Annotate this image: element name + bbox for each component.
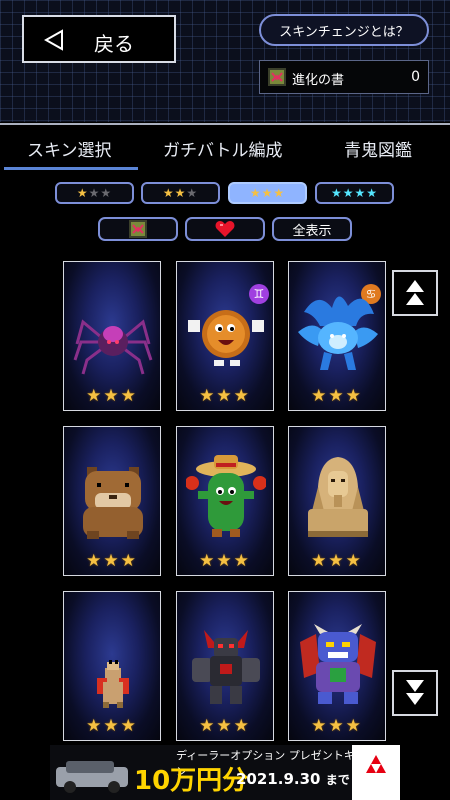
card-stars: ★★★ [199, 551, 251, 571]
filter-1-grey-stars: ★★ [88, 186, 113, 200]
card-stars: ★★★ [311, 551, 363, 571]
skin-card-cactus[interactable]: ★★★ [176, 426, 274, 576]
coin-skin-art [188, 310, 264, 366]
filter-1-gold-stars: ★ [76, 186, 89, 200]
ad-date: 2021.9.30 [236, 770, 321, 788]
skin-card-sphinx[interactable]: ★★★ [288, 426, 386, 576]
filter-show-all[interactable]: 全表示 [272, 217, 352, 241]
filter-evolution-book[interactable] [98, 217, 178, 241]
card-stars: ★★★ [86, 551, 138, 571]
header: 戻る スキンチェンジとは？ 進化の書 0 [0, 0, 450, 122]
filter-1-star[interactable]: ★ ★★ [55, 182, 134, 204]
skin-card-robot[interactable]: ★★★ [176, 591, 274, 741]
active-tab-indicator [4, 167, 138, 170]
card-stars: ★★★ [311, 386, 363, 406]
card-stars: ★★★ [199, 386, 251, 406]
ad-money-text: 10万円分 [134, 766, 249, 796]
tab-gachi-battle[interactable]: ガチバトル編成 [163, 136, 283, 161]
filter-3-star[interactable]: ★★★ [228, 182, 307, 204]
ad-date-text: 2021.9.30 まで [236, 770, 350, 788]
ad-banner[interactable]: ディーラーオプション プレゼントキャンペーン 10万円分 2021.9.30 ま… [50, 745, 400, 800]
car-image [56, 761, 128, 793]
filter-favorite[interactable] [185, 217, 265, 241]
scroll-to-bottom-button[interactable] [392, 670, 438, 716]
heart-icon [215, 221, 235, 237]
card-stars: ★★★ [86, 386, 138, 406]
filter-4-star[interactable]: ★★★★ [315, 182, 394, 204]
skin-card-blue-beast[interactable]: ♋ ★★★ [288, 261, 386, 411]
card-stars: ★★★ [86, 716, 138, 736]
header-divider [0, 123, 450, 125]
filter-2-star[interactable]: ★★ ★ [141, 182, 220, 204]
filter-3-gold-stars: ★★★ [249, 186, 286, 200]
spider-skin-art [73, 319, 153, 375]
show-all-label: 全表示 [292, 223, 332, 239]
back-button[interactable]: 戻る [22, 15, 176, 63]
double-down-arrow-icon [406, 680, 424, 705]
tab-aooni-encyclopedia[interactable]: 青鬼図鑑 [344, 136, 412, 161]
ad-date-suffix: まで [325, 773, 350, 787]
card-stars: ★★★ [311, 716, 363, 736]
evolution-book-count: 0 [411, 69, 420, 85]
filter-4-stars: ★★★★ [330, 186, 379, 200]
skin-change-info-label: スキンチェンジとは？ [279, 24, 409, 40]
skin-card-spider[interactable]: ★★★ [63, 261, 161, 411]
back-arrow-icon [44, 29, 63, 51]
skin-card-alpaca[interactable]: ★★★ [63, 591, 161, 741]
skin-card-capybara[interactable]: ★★★ [63, 426, 161, 576]
demon-skin-art [300, 624, 376, 704]
alpaca-skin-art [97, 660, 129, 708]
robot-skin-art [192, 630, 260, 704]
blue-beast-skin-art [298, 296, 378, 370]
evolution-book-icon [268, 68, 286, 86]
capybara-skin-art [83, 467, 143, 539]
filter-2-gold-stars: ★★ [162, 186, 187, 200]
cactus-skin-art [186, 455, 266, 537]
skin-card-coin[interactable]: ♊ ★★★ [176, 261, 274, 411]
evolution-book-icon [129, 220, 147, 238]
filter-2-grey-stars: ★ [186, 186, 199, 200]
mitsubishi-logo-icon [352, 745, 400, 800]
skin-card-demon[interactable]: ★★★ [288, 591, 386, 741]
scroll-to-top-button[interactable] [392, 270, 438, 316]
tab-skin-select[interactable]: スキン選択 [27, 136, 112, 161]
sphinx-skin-art [308, 457, 368, 537]
card-stars: ★★★ [199, 716, 251, 736]
evolution-book-name: 進化の書 [292, 73, 345, 88]
skin-change-info-button[interactable]: スキンチェンジとは？ [259, 14, 429, 46]
back-label: 戻る [94, 32, 134, 56]
evolution-book-counter: 進化の書 0 [259, 60, 429, 94]
double-up-arrow-icon [406, 280, 424, 305]
